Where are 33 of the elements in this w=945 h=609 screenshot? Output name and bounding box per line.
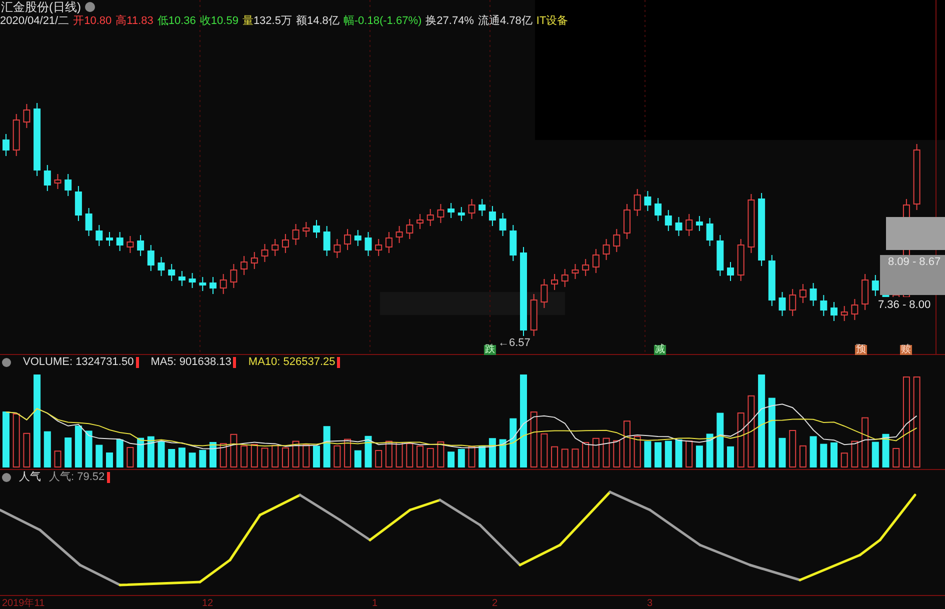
quote-item: IT设备 <box>536 14 568 29</box>
price-range-box <box>886 217 945 250</box>
time-axis-label: 2019年11 <box>2 597 45 609</box>
signal-marker: 赎 <box>900 345 912 355</box>
time-axis-label: 12 <box>202 597 214 609</box>
dropdown-icon[interactable] <box>85 2 95 12</box>
indicator-reading: 人气: 79.52 <box>49 470 105 485</box>
volume-reading: MA5: 901638.13 <box>150 354 232 370</box>
signal-marker: 跌 <box>484 345 496 355</box>
time-axis-label: 1 <box>372 597 378 609</box>
volume-reading: VOLUME: 1324731.50 <box>23 354 134 370</box>
chart-title: 汇金股份(日线) <box>1 0 81 16</box>
quote-item: 高11.83 <box>116 14 154 29</box>
volume-reading: MA10: 526537.25 <box>248 354 336 370</box>
price-range-box <box>880 255 945 295</box>
quote-item: 量132.5万 <box>242 14 292 29</box>
signal-marker: 预 <box>855 345 867 355</box>
quote-item: 幅-0.18(-1.67%) <box>343 14 422 29</box>
quote-item: 额14.8亿 <box>296 14 340 29</box>
time-axis-label: 3 <box>647 597 653 609</box>
quote-item: 收10.59 <box>200 14 238 29</box>
quote-item: 开10.80 <box>73 14 112 29</box>
indicator-name: 人气 <box>19 470 41 485</box>
time-axis-label: 2 <box>492 597 498 609</box>
settings-icon[interactable] <box>2 472 11 482</box>
price-label: ←6.57 <box>498 336 530 351</box>
settings-icon[interactable] <box>2 358 11 366</box>
quote-item: 低10.36 <box>157 14 196 29</box>
signal-marker: 减 <box>654 345 666 355</box>
quote-item: 流通4.78亿 <box>478 14 532 29</box>
quote-item: 换27.74% <box>426 14 474 29</box>
price-label: 8.09 - 8.67 <box>888 255 941 270</box>
quote-date: 2020/04/21/二 <box>0 14 70 29</box>
